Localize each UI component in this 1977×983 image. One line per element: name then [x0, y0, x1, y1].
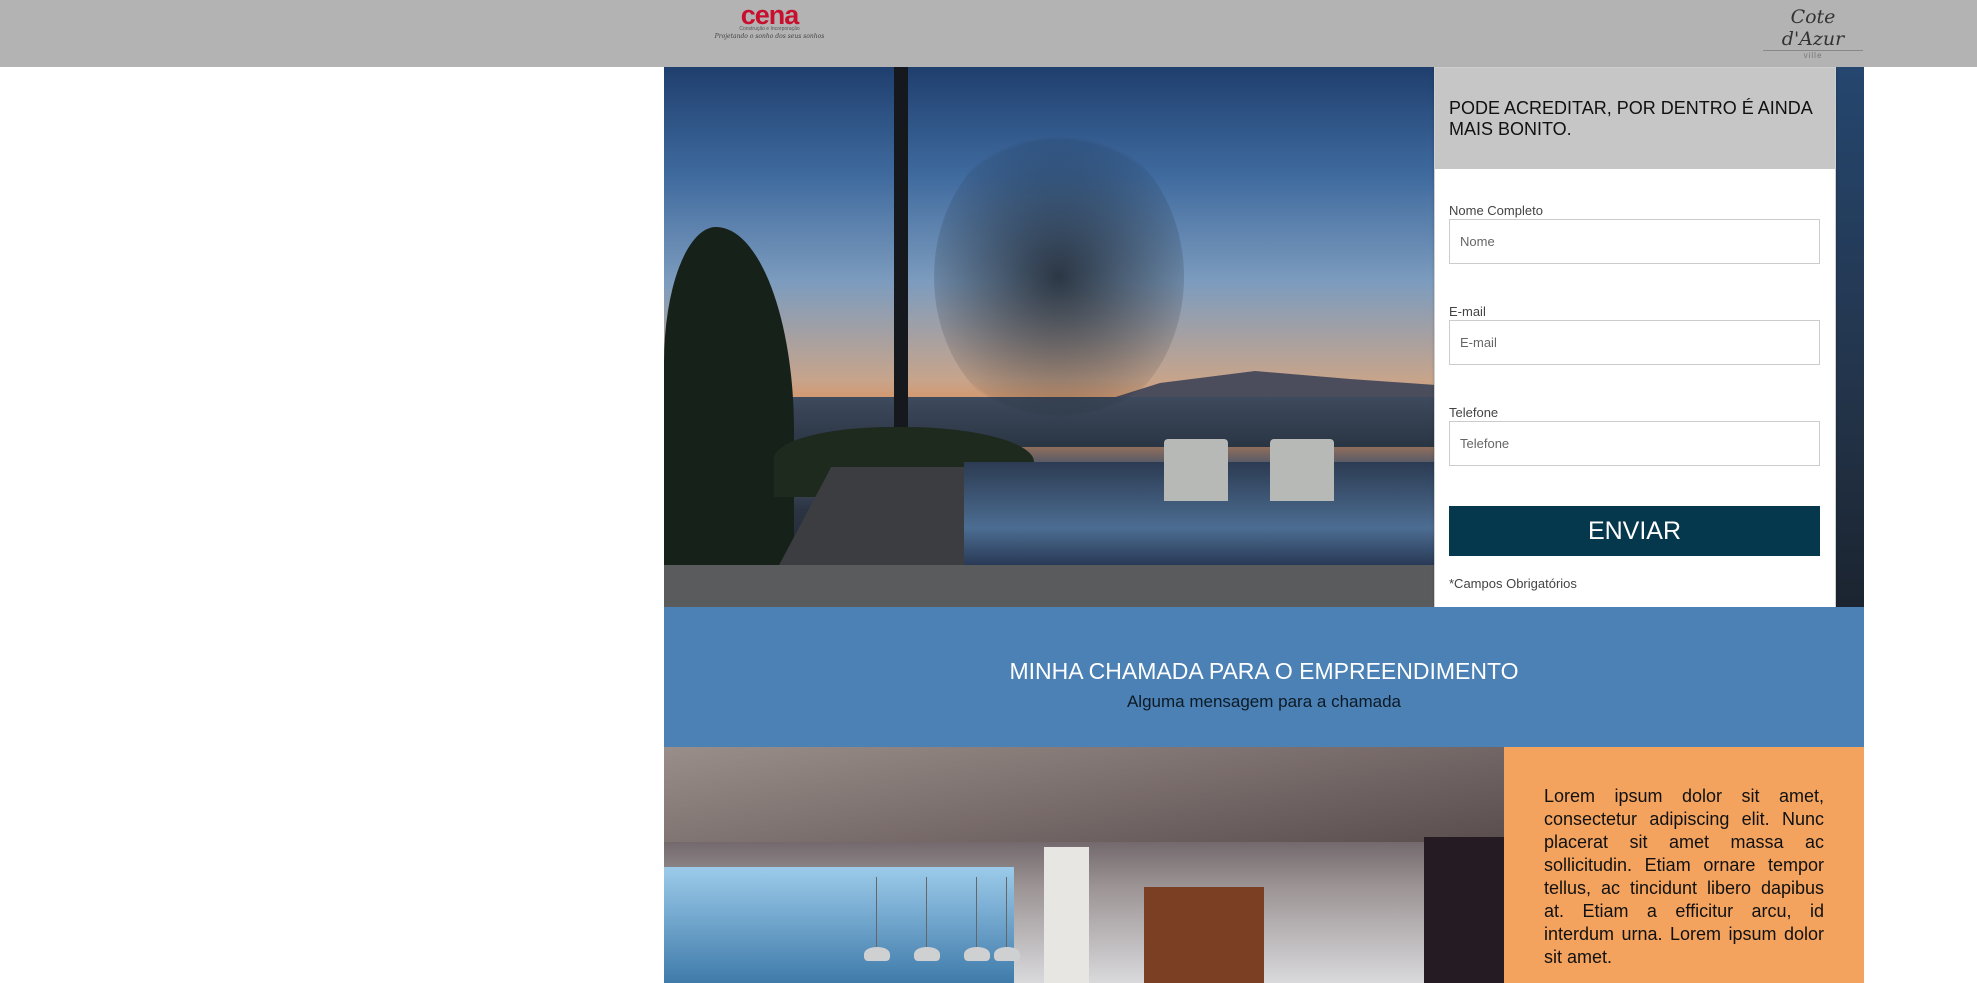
phone-input[interactable]	[1449, 421, 1820, 466]
hero-trees-left	[664, 227, 794, 567]
callout-subtitle: Alguma mensagem para a chamada	[1126, 692, 1402, 711]
pendant-lamp	[994, 877, 1020, 961]
form-title: PODE ACREDITAR, POR DENTRO É AINDA MAIS …	[1449, 98, 1812, 139]
pendant-lamp	[914, 877, 940, 961]
hero-lounge-chair	[1164, 439, 1228, 501]
email-input[interactable]	[1449, 320, 1820, 365]
feature-text: Lorem ipsum dolor sit amet, consectetur …	[1544, 786, 1824, 967]
top-header-bar: cena Construção e Incorporação Projetand…	[0, 0, 1977, 67]
name-input[interactable]	[1449, 219, 1820, 264]
pendant-lamp	[964, 877, 990, 961]
required-fields-note: *Campos Obrigatórios	[1449, 576, 1577, 591]
hero-palm-trunk	[894, 67, 908, 427]
name-field-label: Nome Completo	[1449, 203, 1543, 218]
interior-window	[664, 867, 1014, 983]
interior-dark-panel	[1424, 837, 1504, 983]
pendant-lamp	[864, 877, 890, 961]
cena-logo-tagline: Projetando o sonho dos seus sonhos	[714, 33, 825, 40]
form-body: Nome Completo E-mail Telefone ENVIAR *Ca…	[1435, 169, 1835, 591]
interior-ceiling	[664, 747, 1504, 842]
cena-logo[interactable]: cena Construção e Incorporação Projetand…	[712, 0, 827, 44]
phone-field-label: Telefone	[1449, 405, 1499, 420]
form-header: PODE ACREDITAR, POR DENTRO É AINDA MAIS …	[1435, 68, 1835, 169]
interior-column	[1044, 847, 1089, 983]
hero-tree-crown	[934, 127, 1184, 427]
cote-dazur-logo-script: Cote d'Azur	[1781, 6, 1845, 50]
callout-title: MINHA CHAMADA PARA O EMPREENDIMENTO	[1009, 658, 1519, 684]
cena-logo-brand: cena	[740, 0, 800, 30]
interior-lounge-image	[664, 747, 1504, 983]
contact-form-card: PODE ACREDITAR, POR DENTRO É AINDA MAIS …	[1434, 67, 1836, 641]
email-field-label: E-mail	[1449, 304, 1486, 319]
cote-dazur-logo[interactable]: Cote d'Azur ville	[1760, 6, 1866, 60]
interior-wood-wall	[1144, 887, 1264, 983]
hero-lounge-chair	[1270, 439, 1334, 501]
feature-text-panel: Lorem ipsum dolor sit amet, consectetur …	[1504, 747, 1864, 983]
cote-dazur-logo-ville: ville	[1763, 50, 1863, 61]
callout-banner: MINHA CHAMADA PARA O EMPREENDIMENTO Algu…	[664, 607, 1864, 747]
send-button[interactable]: ENVIAR	[1449, 506, 1820, 556]
